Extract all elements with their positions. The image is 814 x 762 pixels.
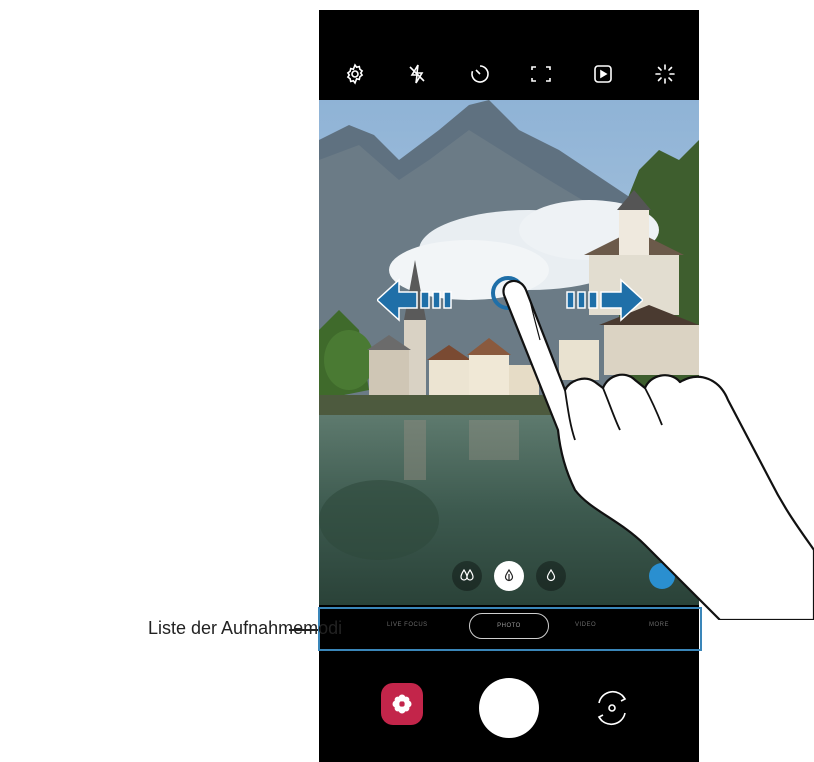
- callout-label: Liste der Aufnahmemodi: [148, 618, 343, 638]
- gallery-icon[interactable]: [381, 683, 423, 725]
- filter-effects-icon[interactable]: [653, 62, 677, 86]
- pointing-hand-illustration: [502, 279, 814, 620]
- shutter-button[interactable]: [479, 678, 539, 738]
- settings-icon[interactable]: [343, 62, 367, 86]
- flash-off-icon[interactable]: [405, 62, 429, 86]
- aspect-ratio-icon[interactable]: [529, 62, 553, 86]
- swipe-left-arrow-icon: [375, 278, 457, 327]
- camera-bottom-bar: [319, 653, 699, 762]
- switch-camera-icon[interactable]: [589, 685, 635, 731]
- mode-list-highlight: [318, 607, 702, 651]
- timer-icon[interactable]: [468, 62, 492, 86]
- motion-photo-icon[interactable]: [591, 62, 615, 86]
- camera-top-bar: [319, 10, 699, 100]
